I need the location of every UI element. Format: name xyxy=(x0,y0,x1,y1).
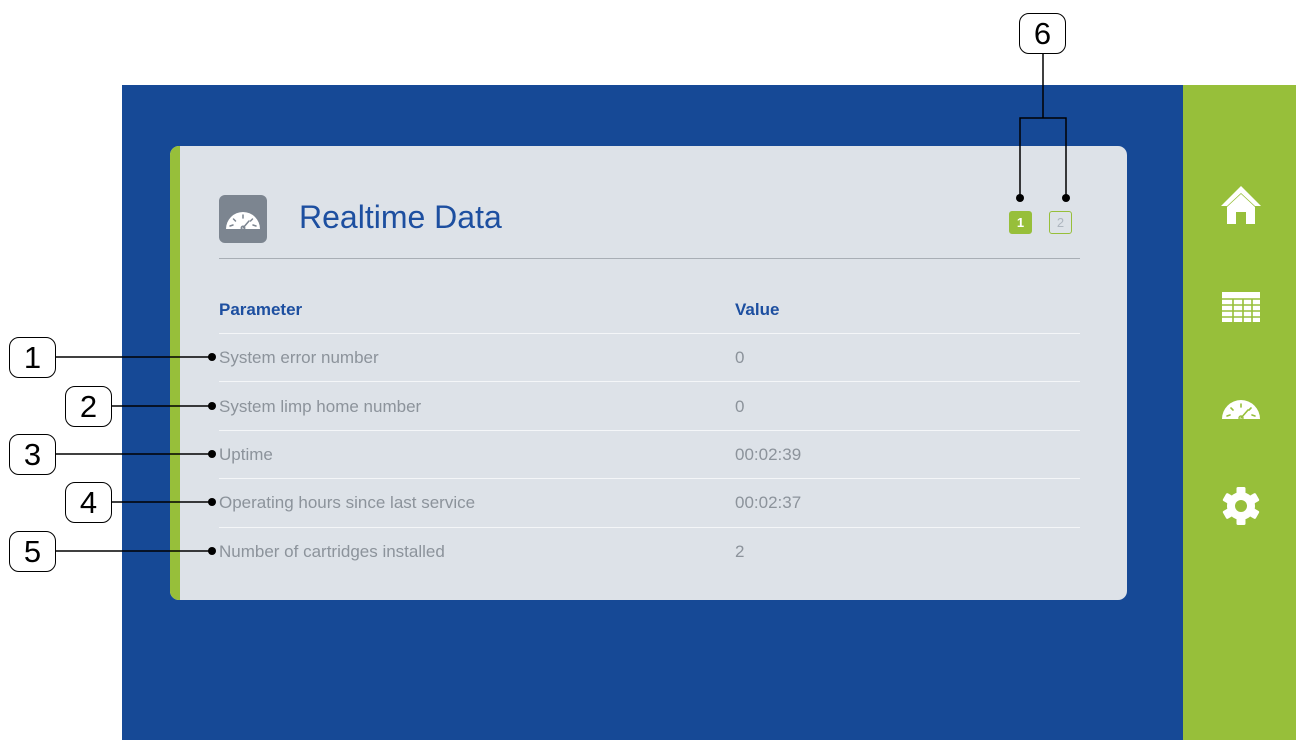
callout-2: 2 xyxy=(65,386,112,427)
row-1-parameter: System error number xyxy=(219,348,379,367)
sidebar xyxy=(1183,85,1296,740)
home-icon xyxy=(1221,186,1261,224)
settings-button[interactable] xyxy=(1219,484,1263,528)
row-divider xyxy=(219,527,1080,528)
row-2-parameter: System limp home number xyxy=(219,397,422,416)
home-button[interactable] xyxy=(1219,182,1263,226)
row-2-value: 0 xyxy=(735,397,745,416)
row-divider xyxy=(219,478,1080,479)
row-4-value: 00:02:37 xyxy=(735,493,802,512)
row-3-parameter: Uptime xyxy=(219,445,273,464)
page-button-1[interactable]: 1 xyxy=(1009,211,1032,234)
row-1-value: 0 xyxy=(735,348,745,367)
page-button-2[interactable]: 2 xyxy=(1049,211,1072,234)
row-divider xyxy=(219,430,1080,431)
title-divider xyxy=(219,258,1080,259)
title-icon-box xyxy=(219,195,267,243)
row-5-parameter: Number of cartridges installed xyxy=(219,542,445,561)
row-3-value: 00:02:39 xyxy=(735,445,802,464)
realtime-data-panel: Realtime Data 1 2 Parameter Value System… xyxy=(170,146,1127,600)
panel-accent-bar xyxy=(170,146,180,600)
callout-3: 3 xyxy=(9,434,56,475)
gear-icon xyxy=(1222,487,1260,525)
column-header-parameter: Parameter xyxy=(219,300,303,319)
table-button[interactable] xyxy=(1219,285,1263,329)
gauge-icon xyxy=(1222,400,1260,421)
callout-5: 5 xyxy=(9,531,56,572)
callout-4: 4 xyxy=(65,482,112,523)
row-divider xyxy=(219,381,1080,382)
table-icon xyxy=(1222,292,1260,322)
page-title: Realtime Data xyxy=(299,199,502,235)
row-5-value: 2 xyxy=(735,542,745,561)
callout-6: 6 xyxy=(1019,13,1066,54)
column-header-value: Value xyxy=(735,300,780,319)
callout-1: 1 xyxy=(9,337,56,378)
realtime-data-button[interactable] xyxy=(1219,387,1263,431)
gauge-icon xyxy=(226,212,260,231)
row-divider xyxy=(219,333,1080,334)
row-4-parameter: Operating hours since last service xyxy=(219,493,476,512)
